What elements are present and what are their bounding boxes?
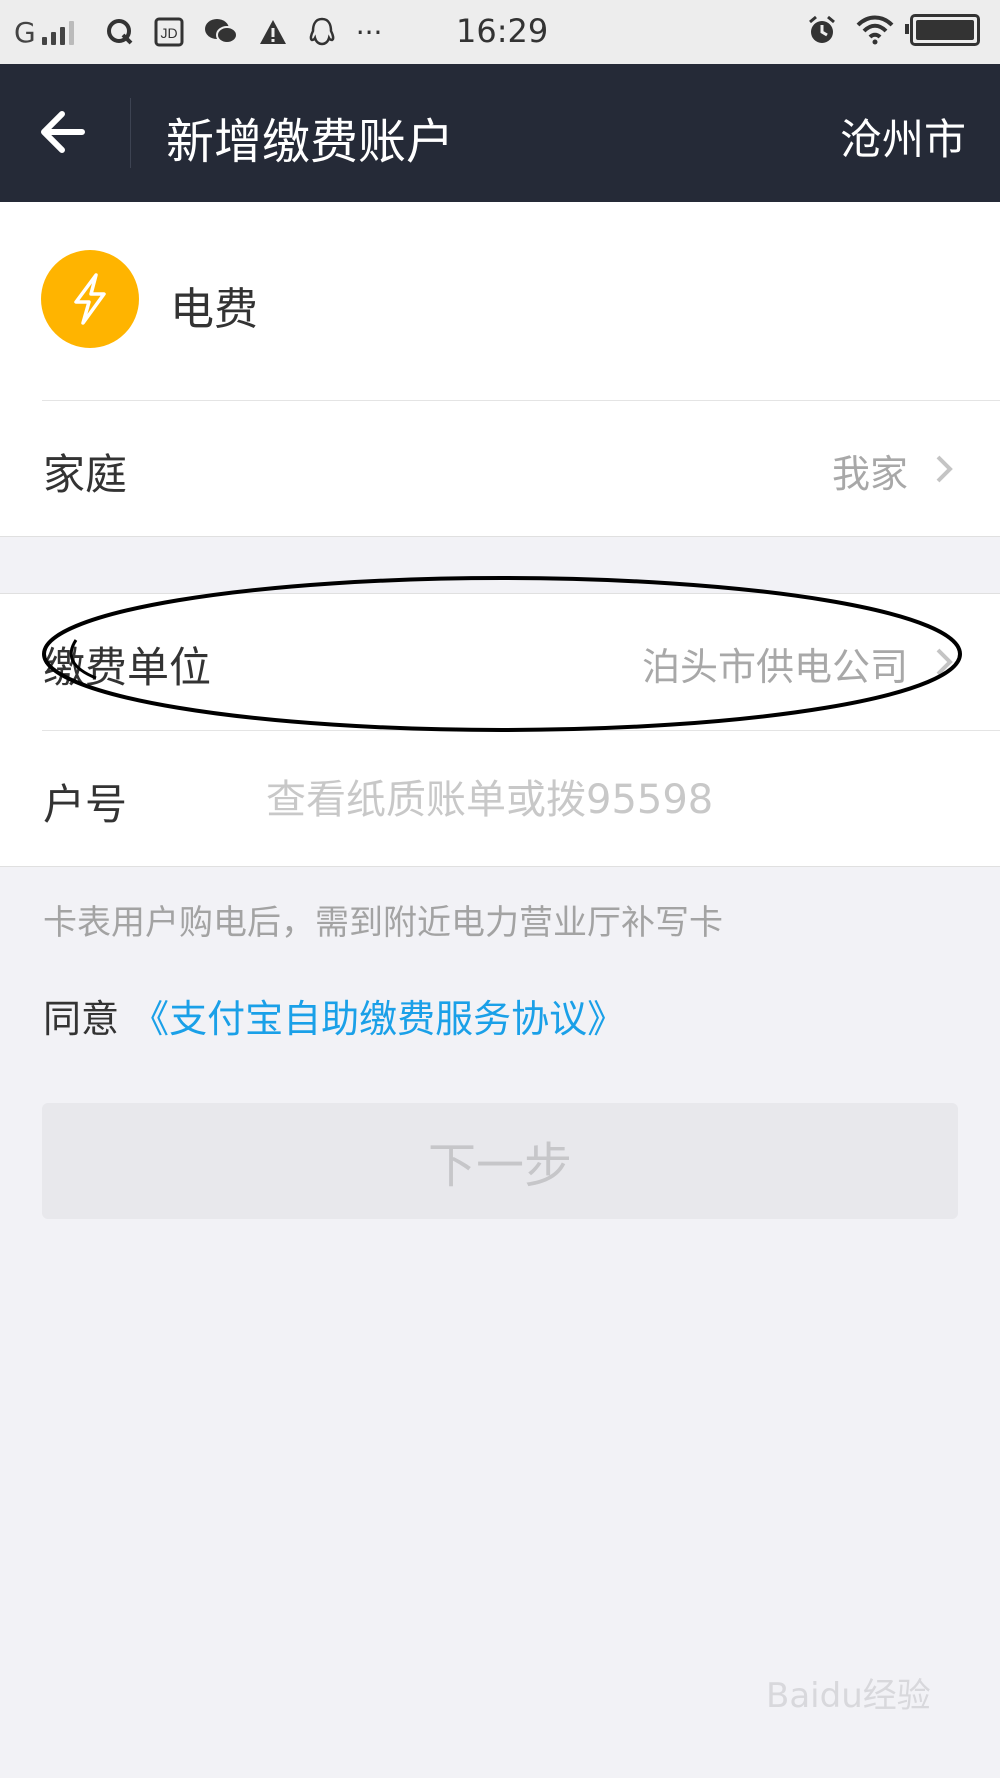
alarm-icon [806, 14, 838, 46]
lightning-icon [41, 250, 139, 348]
status-bar: G JD ··· 16:29 [0, 0, 1000, 64]
battery-icon [905, 14, 980, 46]
more-icon: ··· [355, 15, 383, 49]
agreement-line: 同意 《支付宝自助缴费服务协议》 [43, 988, 625, 1043]
account-row: 户号 [0, 731, 1000, 867]
family-value: 我家 [831, 452, 908, 496]
status-bar-right [806, 14, 980, 46]
nav-bar: 新增缴费账户 沧州市 [0, 64, 1000, 202]
qq-icon [308, 17, 336, 47]
nav-divider [130, 98, 131, 168]
jd-icon: JD [154, 17, 184, 47]
svg-text:JD: JD [160, 25, 177, 41]
payee-value: 泊头市供电公司 [641, 645, 908, 689]
agreement-prefix: 同意 [43, 997, 120, 1041]
service-row: 电费 [0, 202, 1000, 400]
wechat-icon [204, 18, 238, 46]
status-bar-left: G JD ··· [14, 12, 402, 52]
watermark: Baidu经验 [766, 1676, 931, 1716]
wifi-icon [856, 15, 894, 45]
clock-time: 16:29 [456, 12, 549, 50]
account-card: 缴费单位 泊头市供电公司 户号 [0, 593, 1000, 867]
account-number-input[interactable] [264, 767, 968, 833]
carrier-label: G [14, 15, 36, 49]
next-step-button[interactable]: 下一步 [42, 1103, 958, 1219]
page-title: 新增缴费账户 [166, 114, 455, 170]
warning-icon [258, 18, 288, 46]
qq-browser-icon [106, 18, 134, 46]
family-label: 家庭 [43, 450, 128, 499]
service-label: 电费 [170, 284, 258, 335]
payee-row[interactable]: 缴费单位 泊头市供电公司 [0, 594, 1000, 730]
service-card: 电费 家庭 我家 [0, 202, 1000, 537]
account-label: 户号 [43, 780, 128, 829]
hint-text: 卡表用户购电后，需到附近电力营业厅补写卡 [43, 903, 723, 943]
back-arrow-icon[interactable] [38, 104, 94, 160]
chevron-right-icon [930, 451, 958, 487]
chevron-right-icon [930, 644, 958, 680]
agreement-link[interactable]: 《支付宝自助缴费服务协议》 [131, 997, 625, 1041]
family-row[interactable]: 家庭 我家 [0, 401, 1000, 537]
payee-label: 缴费单位 [43, 643, 212, 692]
city-selector[interactable]: 沧州市 [840, 106, 966, 167]
signal-icon [41, 19, 78, 45]
